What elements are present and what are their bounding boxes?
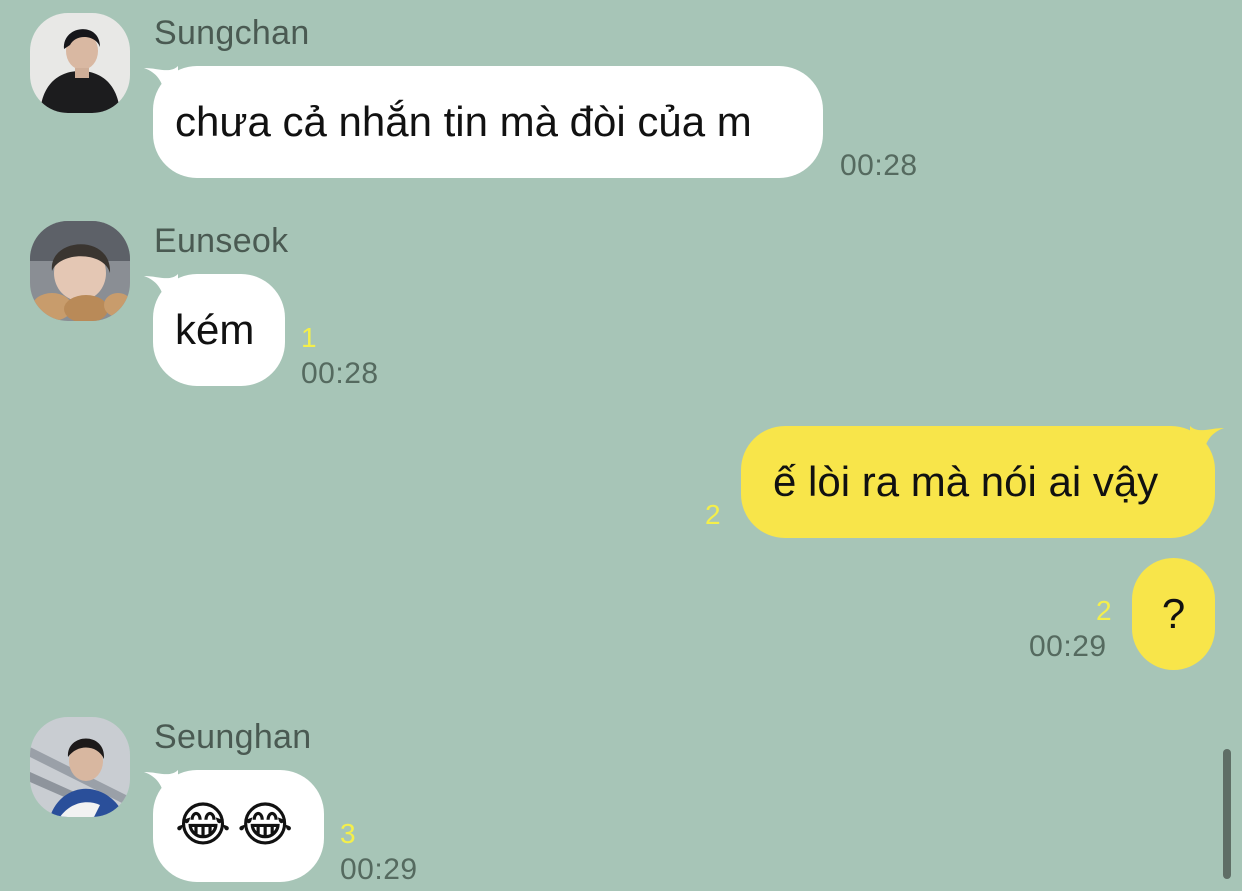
- message-timestamp: 00:28: [840, 149, 918, 182]
- sender-name-seunghan: Seunghan: [154, 718, 312, 756]
- message-bubble-incoming[interactable]: 😂😂: [153, 770, 324, 882]
- message-bubble-incoming[interactable]: kém: [153, 274, 285, 386]
- message-text: chưa cả nhắn tin mà đòi của m: [175, 98, 752, 145]
- chat-message-list[interactable]: Sungchan chưa cả nhắn tin mà đòi của m 0…: [0, 0, 1242, 891]
- message-bubble-incoming[interactable]: chưa cả nhắn tin mà đòi của m: [153, 66, 823, 178]
- sender-name-eunseok: Eunseok: [154, 222, 289, 260]
- scrollbar[interactable]: [1223, 749, 1231, 879]
- message-text: kém: [175, 306, 255, 353]
- message-timestamp: 00:29: [340, 853, 418, 886]
- unread-count: 2: [705, 499, 721, 530]
- message-bubble-outgoing[interactable]: ?: [1132, 558, 1215, 670]
- unread-count: 1: [301, 322, 317, 353]
- avatar-seunghan[interactable]: [30, 717, 130, 817]
- message-text: ?: [1161, 590, 1186, 637]
- message-timestamp: 00:29: [1029, 630, 1107, 663]
- profile-photo-sungchan-icon: [30, 13, 130, 113]
- profile-photo-seunghan-icon: [30, 717, 130, 817]
- message-timestamp: 00:28: [301, 357, 379, 390]
- unread-count: 2: [1096, 595, 1112, 626]
- message-text-emoji: 😂😂: [175, 799, 300, 852]
- message-text: ế lòi ra mà nói ai vậy: [773, 458, 1159, 505]
- avatar-eunseok[interactable]: [30, 221, 130, 321]
- message-bubble-outgoing[interactable]: ế lòi ra mà nói ai vậy: [741, 426, 1215, 538]
- sender-name-sungchan: Sungchan: [154, 14, 310, 52]
- unread-count: 3: [340, 818, 356, 849]
- bubble-tail: [1190, 426, 1224, 456]
- avatar-sungchan[interactable]: [30, 13, 130, 113]
- profile-photo-eunseok-icon: [30, 221, 130, 321]
